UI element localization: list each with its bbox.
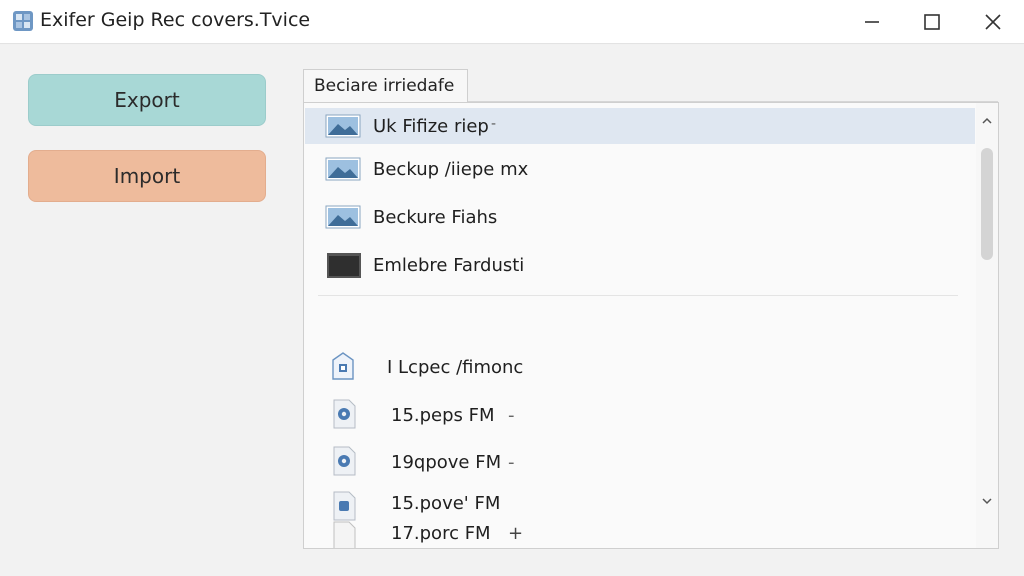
main-content: Export Import Beciare irriedafe Uk Fifiz…: [0, 45, 1024, 576]
maximize-button[interactable]: [902, 0, 962, 44]
gear-file-icon: [333, 399, 356, 429]
maximize-icon: [924, 14, 940, 30]
list-item[interactable]: 15.peps FM -: [305, 391, 975, 437]
list-item-label: 15.peps FM: [391, 405, 495, 426]
list-item[interactable]: Uk Fifize riep -: [305, 108, 975, 144]
tab-files[interactable]: Beciare irriedafe: [303, 69, 468, 102]
list-item[interactable]: 15.pove' FM: [305, 485, 975, 521]
import-button[interactable]: Import: [28, 150, 266, 202]
list-item[interactable]: Beckup /iiepe mx: [305, 149, 975, 189]
scroll-down-button[interactable]: [979, 493, 995, 509]
list-item-label: Beckup /iiepe mx: [373, 159, 529, 180]
list-item-label: 15.pove' FM: [391, 493, 501, 514]
file-list-panel: Uk Fifize riep - Beckup /iiepe mx Beckur…: [303, 102, 999, 549]
close-button[interactable]: [963, 0, 1023, 44]
scrollbar-thumb[interactable]: [981, 148, 993, 260]
list-item[interactable]: Beckure Fiahs: [305, 195, 975, 239]
blank-file-icon: [333, 521, 356, 548]
vertical-scrollbar[interactable]: [976, 103, 998, 548]
title-bar: Exifer Geip Rec covers.Tvice: [0, 0, 1024, 44]
export-button[interactable]: Export: [28, 74, 266, 126]
app-logo-icon: [13, 11, 33, 31]
list-item[interactable]: I Lcpec /fimonc: [305, 343, 975, 389]
list-item-label: 17.porc FM: [391, 523, 491, 544]
chevron-up-icon: [982, 117, 992, 124]
list-item-suffix: -: [508, 452, 515, 473]
list-item[interactable]: 17.porc FM +: [305, 519, 975, 548]
list-item-suffix: -: [491, 116, 497, 132]
minimize-button[interactable]: [842, 0, 902, 44]
doc-file-icon: [333, 491, 356, 521]
list-item-label: Uk Fifize riep: [373, 116, 489, 137]
folder-icon: [327, 253, 361, 278]
list-item-label: 19qpove FM: [391, 452, 502, 473]
list-item-suffix: -: [508, 405, 515, 426]
list-item-label: Beckure Fiahs: [373, 207, 498, 228]
list-item-suffix: +: [508, 523, 524, 544]
gear-file-icon: [333, 446, 356, 476]
list-divider: [318, 295, 958, 296]
close-icon: [985, 14, 1001, 30]
image-icon: [325, 157, 361, 181]
home-file-icon: [332, 352, 354, 380]
list-item-label: Emlebre Fardusti: [373, 255, 525, 276]
minimize-icon: [865, 21, 879, 23]
list-item[interactable]: Emlebre Fardusti: [305, 243, 975, 287]
image-icon: [325, 114, 361, 138]
chevron-down-icon: [982, 498, 992, 505]
list-item[interactable]: 19qpove FM -: [305, 438, 975, 484]
image-icon: [325, 205, 361, 229]
list-item-label: I Lcpec /fimonc: [387, 357, 524, 378]
window-title: Exifer Geip Rec covers.Tvice: [40, 9, 311, 31]
scroll-up-button[interactable]: [979, 113, 995, 129]
